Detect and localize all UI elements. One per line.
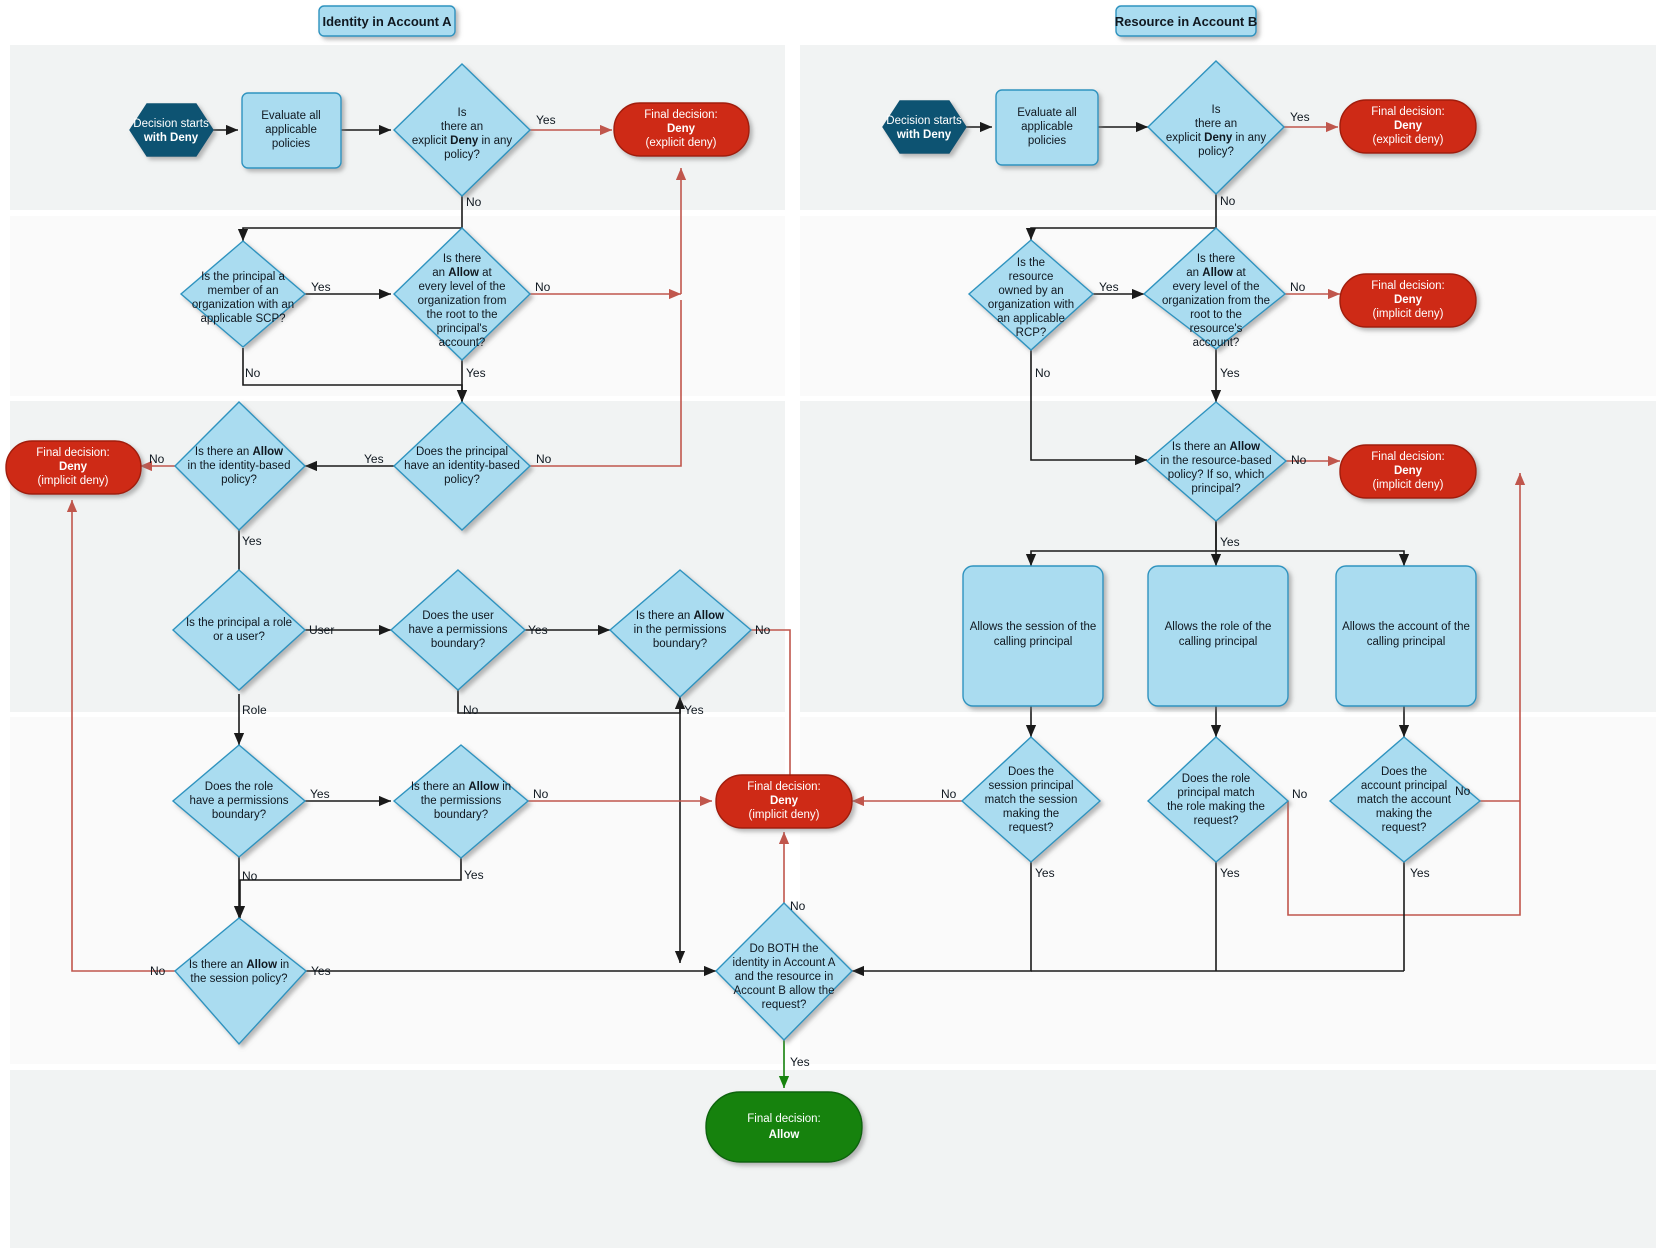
pool-header-a: Identity in Account A xyxy=(318,5,456,37)
edge-label-b-account-match-no: No xyxy=(1455,784,1471,798)
node-a-start[interactable]: Decision starts with Deny xyxy=(129,103,214,157)
edge-label-a-explicit-no: No xyxy=(466,195,482,209)
edge-label-a-user-pb-allow-no: No xyxy=(755,623,771,637)
edge-label-b-account-match-yes: Yes xyxy=(1410,866,1430,880)
edge-label-a-scp-no: No xyxy=(245,366,261,380)
edge-label-a-has-identity-yes: Yes xyxy=(364,452,384,466)
edge-label-a-identity-allow-no: No xyxy=(149,452,165,466)
edge-label-a-has-identity-no: No xyxy=(536,452,552,466)
node-final-allow[interactable]: Final decision: Allow xyxy=(705,1091,863,1163)
edge-label-both-no: No xyxy=(790,899,806,913)
node-a-deny-explicit[interactable]: Final decision: Deny (explicit deny) xyxy=(613,102,750,157)
node-b-deny-implicit-1[interactable]: Final decision: Deny (implicit deny) xyxy=(1339,273,1477,328)
flowchart-canvas: Identity in Account A Resource in Accoun… xyxy=(0,0,1666,1258)
node-b-start[interactable]: Decision starts with Deny xyxy=(882,100,967,154)
edge-label-a-user-pb-no: No xyxy=(463,703,479,717)
node-b-allows-account[interactable]: Allows the account of the calling princip… xyxy=(1335,565,1477,707)
edge-label-b-rcp-allow-yes: Yes xyxy=(1220,366,1240,380)
edge-label-b-rcp-yes: Yes xyxy=(1099,280,1119,294)
edge-label-a-identity-allow-yes: Yes xyxy=(242,534,262,548)
pool-header-b: Resource in Account B xyxy=(1115,5,1258,37)
edge-label-a-user-pb-allow-yes: Yes xyxy=(684,703,704,717)
pool-a-title: Identity in Account A xyxy=(322,14,452,29)
node-b-allows-role[interactable]: Allows the role of the calling principal xyxy=(1147,565,1289,707)
edge-label-a-scp-allow-yes: Yes xyxy=(466,366,486,380)
edge-label-a-role: Role xyxy=(242,703,267,717)
node-b-deny-implicit-2[interactable]: Final decision: Deny (implicit deny) xyxy=(1339,444,1477,499)
edge-label-a-user-pb-yes: Yes xyxy=(528,623,548,637)
edge-label-b-rcp-allow-no: No xyxy=(1290,280,1306,294)
edge-label-b-role-match-no: No xyxy=(1292,787,1308,801)
edge-label-a-scp-yes: Yes xyxy=(311,280,331,294)
edge-label-b-role-match-yes: Yes xyxy=(1220,866,1240,880)
edge-label-b-explicit-no: No xyxy=(1220,194,1236,208)
edge-label-a-role-pb-no: No xyxy=(242,869,258,883)
edge-label-b-session-match-yes: Yes xyxy=(1035,866,1055,880)
node-a-deny-implicit-left[interactable]: Final decision: Deny (implicit deny) xyxy=(5,440,142,495)
edge-label-a-session-no: No xyxy=(150,964,166,978)
node-b-evaluate[interactable]: Evaluate all applicable policies xyxy=(995,89,1099,166)
edge-label-a-scp-allow-no: No xyxy=(535,280,551,294)
edge-label-b-resource-allow-no: No xyxy=(1291,453,1307,467)
node-b-deny-explicit[interactable]: Final decision: Deny (explicit deny) xyxy=(1339,99,1477,154)
edge-label-a-user: User xyxy=(309,623,334,637)
edge-label-b-session-match-no: No xyxy=(941,787,957,801)
edge-label-a-session-yes: Yes xyxy=(311,964,331,978)
node-a-evaluate[interactable]: Evaluate all applicable policies xyxy=(241,92,342,169)
edge-label-a-role-pb-allow-no: No xyxy=(533,787,549,801)
pool-b-title: Resource in Account B xyxy=(1115,14,1258,29)
edge-label-b-explicit-yes: Yes xyxy=(1290,110,1310,124)
edge-label-b-resource-allow-yes: Yes xyxy=(1220,535,1240,549)
edge-label-a-role-pb-yes: Yes xyxy=(310,787,330,801)
edge-label-a-role-pb-allow-yes: Yes xyxy=(464,868,484,882)
edge-label-b-rcp-no: No xyxy=(1035,366,1051,380)
node-a-deny-implicit-center[interactable]: Final decision: Deny (implicit deny) xyxy=(715,774,853,829)
edge-label-both-yes: Yes xyxy=(790,1055,810,1069)
node-b-allows-session[interactable]: Allows the session of the calling princip… xyxy=(962,565,1104,707)
edge-label-a-explicit-yes: Yes xyxy=(536,113,556,127)
